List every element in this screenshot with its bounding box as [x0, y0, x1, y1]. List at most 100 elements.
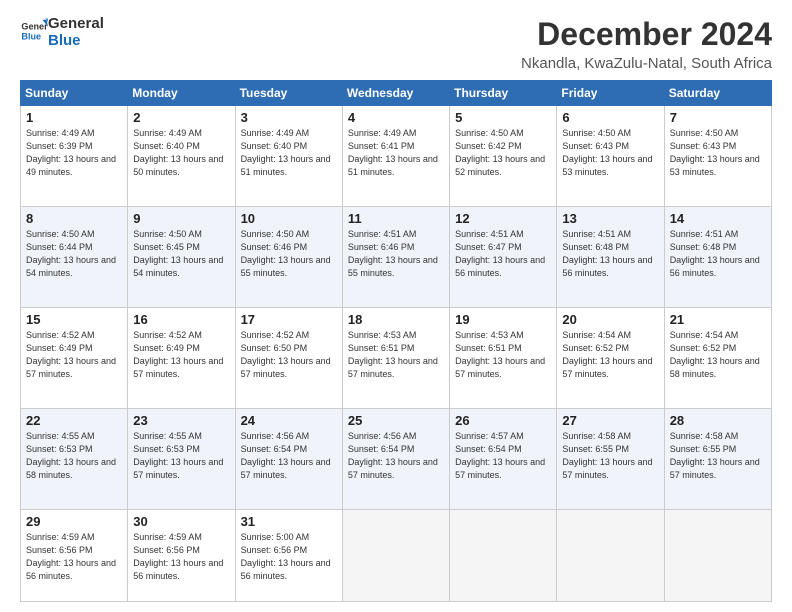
day-info: Sunrise: 4:50 AMSunset: 6:42 PMDaylight:… — [455, 127, 551, 179]
day-info: Sunrise: 4:51 AMSunset: 6:48 PMDaylight:… — [670, 228, 766, 280]
calendar-cell — [664, 510, 771, 602]
calendar-cell: 1 Sunrise: 4:49 AMSunset: 6:39 PMDaylight… — [21, 106, 128, 207]
day-info: Sunrise: 4:50 AMSunset: 6:43 PMDaylight:… — [670, 127, 766, 179]
day-info: Sunrise: 4:54 AMSunset: 6:52 PMDaylight:… — [670, 329, 766, 381]
day-info: Sunrise: 4:51 AMSunset: 6:46 PMDaylight:… — [348, 228, 444, 280]
calendar-table: SundayMondayTuesdayWednesdayThursdayFrid… — [20, 80, 772, 602]
day-info: Sunrise: 4:50 AMSunset: 6:45 PMDaylight:… — [133, 228, 229, 280]
calendar-cell: 13 Sunrise: 4:51 AMSunset: 6:48 PMDayligh… — [557, 207, 664, 308]
day-number: 25 — [348, 413, 444, 428]
day-info: Sunrise: 4:49 AMSunset: 6:40 PMDaylight:… — [133, 127, 229, 179]
day-number: 3 — [241, 110, 337, 125]
day-number: 13 — [562, 211, 658, 226]
day-number: 2 — [133, 110, 229, 125]
day-number: 31 — [241, 514, 337, 529]
day-number: 28 — [670, 413, 766, 428]
calendar-cell: 31 Sunrise: 5:00 AMSunset: 6:56 PMDayligh… — [235, 510, 342, 602]
dow-header-tuesday: Tuesday — [235, 81, 342, 106]
day-number: 17 — [241, 312, 337, 327]
day-info: Sunrise: 4:59 AMSunset: 6:56 PMDaylight:… — [26, 531, 122, 583]
day-info: Sunrise: 4:49 AMSunset: 6:41 PMDaylight:… — [348, 127, 444, 179]
calendar-cell: 24Sunrise: 4:56 AMSunset: 6:54 PMDayligh… — [235, 409, 342, 510]
day-number: 4 — [348, 110, 444, 125]
dow-header-monday: Monday — [128, 81, 235, 106]
day-number: 6 — [562, 110, 658, 125]
day-number: 22 — [26, 413, 122, 428]
calendar-cell: 15Sunrise: 4:52 AMSunset: 6:49 PMDayligh… — [21, 308, 128, 409]
day-number: 30 — [133, 514, 229, 529]
day-number: 19 — [455, 312, 551, 327]
calendar-cell: 29 Sunrise: 4:59 AMSunset: 6:56 PMDayligh… — [21, 510, 128, 602]
day-info: Sunrise: 4:49 AMSunset: 6:40 PMDaylight:… — [241, 127, 337, 179]
calendar-cell: 30 Sunrise: 4:59 AMSunset: 6:56 PMDayligh… — [128, 510, 235, 602]
day-info: Sunrise: 4:53 AMSunset: 6:51 PMDaylight:… — [348, 329, 444, 381]
day-info: Sunrise: 4:55 AMSunset: 6:53 PMDaylight:… — [26, 430, 122, 482]
month-title: December 2024 — [521, 16, 772, 53]
day-info: Sunrise: 4:51 AMSunset: 6:48 PMDaylight:… — [562, 228, 658, 280]
calendar-cell: 8 Sunrise: 4:50 AMSunset: 6:44 PMDaylight… — [21, 207, 128, 308]
day-number: 12 — [455, 211, 551, 226]
calendar-cell: 6 Sunrise: 4:50 AMSunset: 6:43 PMDaylight… — [557, 106, 664, 207]
day-number: 14 — [670, 211, 766, 226]
day-number: 9 — [133, 211, 229, 226]
calendar-cell: 28 Sunrise: 4:58 AMSunset: 6:55 PMDayligh… — [664, 409, 771, 510]
day-number: 23 — [133, 413, 229, 428]
day-info: Sunrise: 4:54 AMSunset: 6:52 PMDaylight:… — [562, 329, 658, 381]
location-title: Nkandla, KwaZulu-Natal, South Africa — [521, 55, 772, 72]
logo-general-text: General — [48, 16, 104, 33]
calendar-cell: 22 Sunrise: 4:55 AMSunset: 6:53 PMDayligh… — [21, 409, 128, 510]
day-info: Sunrise: 4:50 AMSunset: 6:46 PMDaylight:… — [241, 228, 337, 280]
day-number: 8 — [26, 211, 122, 226]
day-number: 1 — [26, 110, 122, 125]
day-info: Sunrise: 4:58 AMSunset: 6:55 PMDaylight:… — [562, 430, 658, 482]
day-info: Sunrise: 4:50 AMSunset: 6:44 PMDaylight:… — [26, 228, 122, 280]
calendar-cell: 2 Sunrise: 4:49 AMSunset: 6:40 PMDaylight… — [128, 106, 235, 207]
calendar-cell: 18 Sunrise: 4:53 AMSunset: 6:51 PMDayligh… — [342, 308, 449, 409]
dow-header-saturday: Saturday — [664, 81, 771, 106]
calendar-cell: 10Sunrise: 4:50 AMSunset: 6:46 PMDayligh… — [235, 207, 342, 308]
day-info: Sunrise: 4:59 AMSunset: 6:56 PMDaylight:… — [133, 531, 229, 583]
day-info: Sunrise: 4:51 AMSunset: 6:47 PMDaylight:… — [455, 228, 551, 280]
calendar-cell: 12 Sunrise: 4:51 AMSunset: 6:47 PMDayligh… — [450, 207, 557, 308]
calendar-cell: 26Sunrise: 4:57 AMSunset: 6:54 PMDayligh… — [450, 409, 557, 510]
dow-header-friday: Friday — [557, 81, 664, 106]
calendar-cell: 14 Sunrise: 4:51 AMSunset: 6:48 PMDayligh… — [664, 207, 771, 308]
calendar-cell: 3 Sunrise: 4:49 AMSunset: 6:40 PMDaylight… — [235, 106, 342, 207]
day-number: 20 — [562, 312, 658, 327]
day-info: Sunrise: 4:58 AMSunset: 6:55 PMDaylight:… — [670, 430, 766, 482]
day-number: 29 — [26, 514, 122, 529]
logo-blue-text: Blue — [48, 33, 104, 50]
calendar-cell: 4 Sunrise: 4:49 AMSunset: 6:41 PMDaylight… — [342, 106, 449, 207]
logo-icon: General Blue — [20, 17, 48, 45]
calendar-cell: 7 Sunrise: 4:50 AMSunset: 6:43 PMDaylight… — [664, 106, 771, 207]
title-block: December 2024 Nkandla, KwaZulu-Natal, So… — [521, 16, 772, 72]
day-info: Sunrise: 4:49 AMSunset: 6:39 PMDaylight:… — [26, 127, 122, 179]
day-number: 24 — [241, 413, 337, 428]
svg-text:Blue: Blue — [21, 31, 41, 41]
day-info: Sunrise: 4:55 AMSunset: 6:53 PMDaylight:… — [133, 430, 229, 482]
day-info: Sunrise: 4:50 AMSunset: 6:43 PMDaylight:… — [562, 127, 658, 179]
day-info: Sunrise: 4:57 AMSunset: 6:54 PMDaylight:… — [455, 430, 551, 482]
calendar-cell: 27 Sunrise: 4:58 AMSunset: 6:55 PMDayligh… — [557, 409, 664, 510]
day-number: 7 — [670, 110, 766, 125]
calendar-cell: 25Sunrise: 4:56 AMSunset: 6:54 PMDayligh… — [342, 409, 449, 510]
calendar-cell: 16Sunrise: 4:52 AMSunset: 6:49 PMDayligh… — [128, 308, 235, 409]
calendar-cell: 5 Sunrise: 4:50 AMSunset: 6:42 PMDaylight… — [450, 106, 557, 207]
calendar-cell — [342, 510, 449, 602]
calendar-cell: 23 Sunrise: 4:55 AMSunset: 6:53 PMDayligh… — [128, 409, 235, 510]
dow-header-thursday: Thursday — [450, 81, 557, 106]
day-number: 18 — [348, 312, 444, 327]
day-number: 27 — [562, 413, 658, 428]
day-info: Sunrise: 4:53 AMSunset: 6:51 PMDaylight:… — [455, 329, 551, 381]
day-number: 5 — [455, 110, 551, 125]
calendar-cell: 11 Sunrise: 4:51 AMSunset: 6:46 PMDayligh… — [342, 207, 449, 308]
day-number: 11 — [348, 211, 444, 226]
day-info: Sunrise: 5:00 AMSunset: 6:56 PMDaylight:… — [241, 531, 337, 583]
logo: General Blue General Blue — [20, 16, 104, 49]
day-info: Sunrise: 4:52 AMSunset: 6:50 PMDaylight:… — [241, 329, 337, 381]
calendar-cell — [557, 510, 664, 602]
day-number: 16 — [133, 312, 229, 327]
calendar-cell — [450, 510, 557, 602]
calendar-cell: 17 Sunrise: 4:52 AMSunset: 6:50 PMDayligh… — [235, 308, 342, 409]
svg-text:General: General — [21, 21, 48, 31]
